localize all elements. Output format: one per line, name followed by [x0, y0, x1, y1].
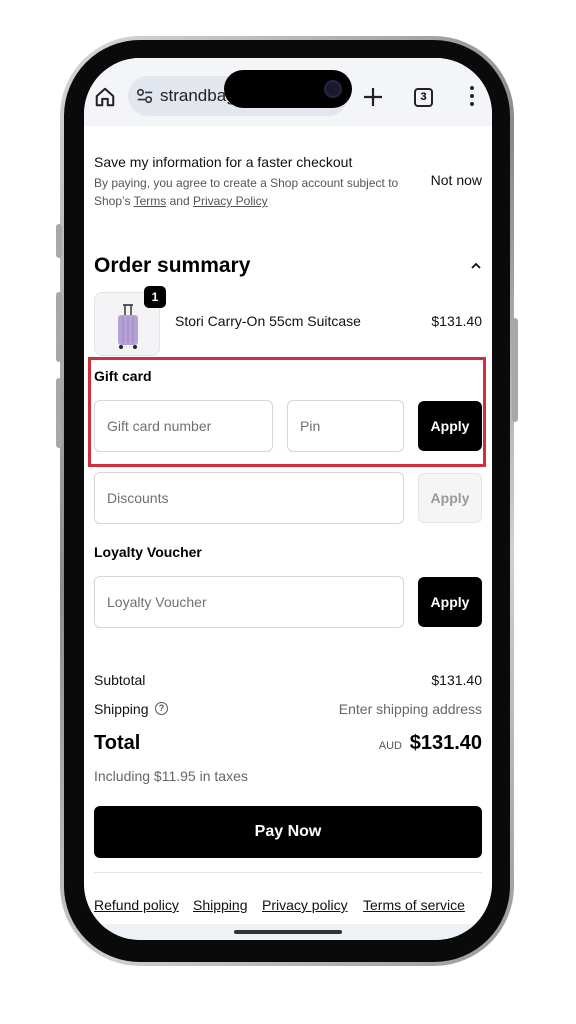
site-settings-icon[interactable]	[136, 87, 154, 105]
shipping-label: Shipping	[94, 701, 149, 717]
currency-code: AUD	[378, 740, 402, 752]
footer-divider	[94, 872, 482, 873]
front-camera	[324, 80, 342, 98]
discount-code-input[interactable]	[94, 472, 404, 524]
terms-link[interactable]: Terms	[134, 194, 167, 208]
tab-switcher-icon[interactable]: 3	[414, 88, 433, 107]
loyalty-voucher-label: Loyalty Voucher	[94, 544, 202, 560]
subtotal-label: Subtotal	[94, 672, 146, 688]
product-price: $131.40	[431, 313, 482, 329]
help-icon[interactable]: ?	[155, 702, 168, 715]
save-info-title: Save my information for a faster checkou…	[94, 154, 353, 170]
save-info-description: By paying, you agree to create a Shop ac…	[94, 176, 399, 208]
browser-toolbar: strandbags 3	[84, 58, 492, 126]
privacy-policy-link[interactable]: Privacy Policy	[193, 194, 268, 208]
gift-card-number-input[interactable]	[94, 400, 273, 452]
gift-card-pin-input[interactable]	[287, 400, 404, 452]
pay-now-button[interactable]: Pay Now	[94, 806, 482, 858]
dynamic-island	[224, 70, 352, 108]
terms-of-service-link[interactable]: Terms of service	[363, 897, 465, 913]
shipping-policy-link[interactable]: Shipping	[193, 897, 248, 913]
home-indicator[interactable]	[234, 930, 342, 934]
order-summary-title: Order summary	[94, 254, 251, 277]
home-icon[interactable]	[94, 86, 116, 108]
quantity-badge: 1	[144, 286, 166, 308]
phone-volume-up-button	[56, 292, 62, 362]
gift-card-label: Gift card	[94, 368, 152, 384]
total-label: Total	[94, 732, 141, 754]
phone-action-button	[56, 224, 62, 258]
product-name: Stori Carry-On 55cm Suitcase	[175, 313, 361, 329]
not-now-button[interactable]: Not now	[431, 172, 482, 188]
phone-screen: strandbags 3 Save my information for a f…	[84, 58, 492, 940]
taxes-note: Including $11.95 in taxes	[94, 768, 248, 784]
more-menu-icon[interactable]	[468, 86, 476, 108]
gift-card-apply-button[interactable]: Apply	[418, 401, 482, 451]
privacy-policy-footer-link[interactable]: Privacy policy	[262, 897, 348, 913]
total-value: $131.40	[409, 732, 482, 754]
phone-volume-down-button	[56, 378, 62, 448]
chevron-up-icon[interactable]	[470, 260, 482, 272]
phone-power-button	[512, 318, 518, 422]
loyalty-apply-button[interactable]: Apply	[418, 577, 482, 627]
loyalty-voucher-input[interactable]	[94, 576, 404, 628]
shipping-value: Enter shipping address	[338, 701, 482, 717]
subtotal-value: $131.40	[431, 672, 482, 688]
discount-apply-button[interactable]: Apply	[418, 473, 482, 523]
new-tab-plus-icon[interactable]	[362, 86, 384, 108]
refund-policy-link[interactable]: Refund policy	[94, 897, 179, 913]
